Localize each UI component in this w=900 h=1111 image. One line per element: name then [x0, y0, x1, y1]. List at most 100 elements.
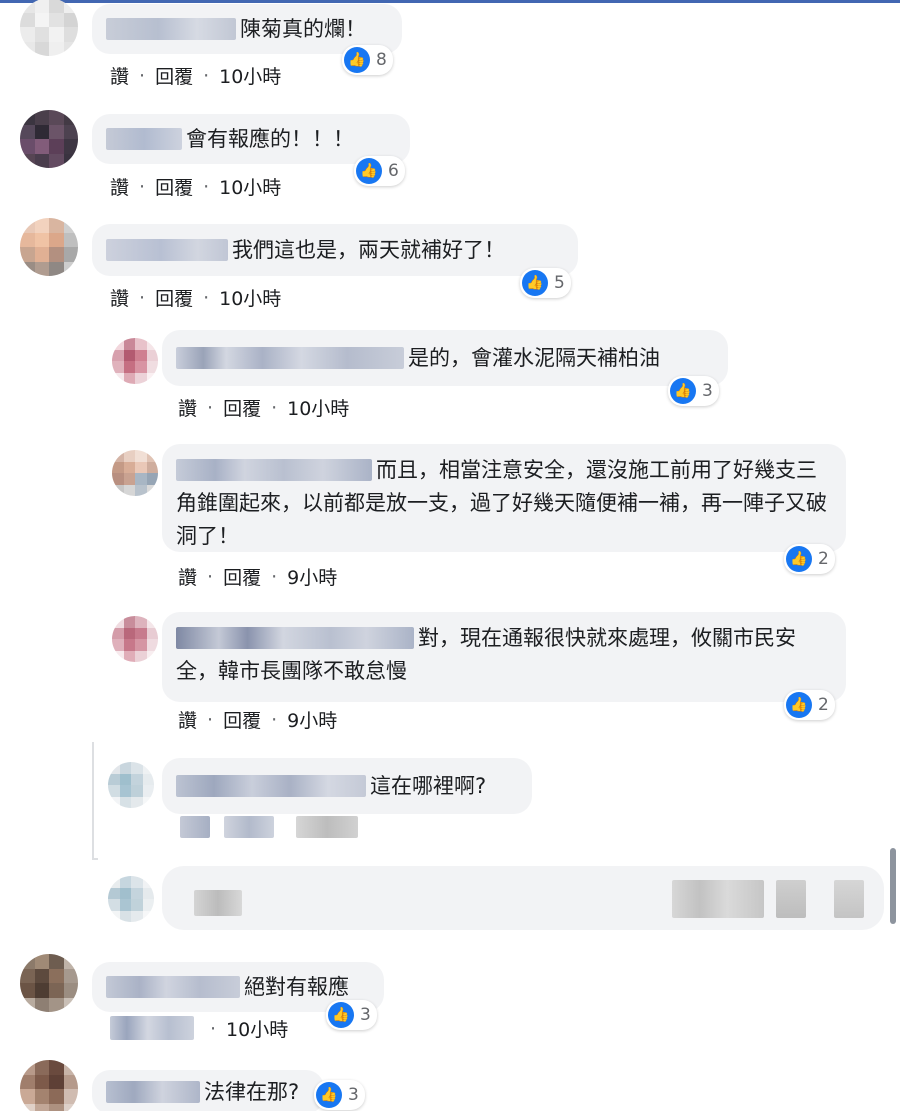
reply-text: 對，現在通報很快就來處理，攸關市民安全，韓市長團隊不敢怠慢	[176, 626, 796, 683]
avatar[interactable]	[112, 450, 158, 496]
timestamp[interactable]: 10小時	[226, 1015, 288, 1042]
timestamp[interactable]: 9小時	[287, 563, 337, 590]
scrollbar[interactable]	[890, 848, 896, 924]
reply-actions: 讚 · 回覆 · 9小時	[178, 706, 337, 733]
thumbs-up-icon: 👍	[328, 1002, 354, 1028]
like-count: 6	[388, 161, 399, 181]
separator: ·	[139, 286, 146, 309]
avatar[interactable]	[20, 110, 78, 168]
thumbs-up-icon: 👍	[786, 692, 812, 718]
timestamp[interactable]: 10小時	[219, 173, 281, 200]
like-count: 3	[702, 381, 713, 401]
avatar[interactable]	[108, 762, 154, 808]
commenter-name[interactable]	[176, 775, 366, 797]
separator: ·	[139, 64, 146, 87]
reaction-count[interactable]: 👍 2	[784, 690, 835, 720]
reply-link[interactable]: 回覆	[155, 173, 193, 200]
reply-bubble: 而且，相當注意安全，還沒施工前用了好幾支三角錐圍起來，以前都是放一支，過了好幾天…	[162, 444, 846, 552]
separator: ·	[210, 1017, 217, 1040]
commenter-name[interactable]	[106, 1081, 200, 1103]
timestamp[interactable]: 10小時	[287, 394, 349, 421]
comment-bubble: 法律在那?	[92, 1070, 324, 1111]
thumbs-up-icon: 👍	[344, 47, 370, 73]
reaction-count[interactable]: 👍 5	[520, 268, 571, 298]
comment-actions: 讚 · 回覆 · 10小時	[110, 284, 281, 311]
like-link[interactable]: 讚	[110, 284, 129, 311]
reply-text: 是的，會灌水泥隔天補柏油	[408, 345, 660, 370]
avatar[interactable]	[112, 616, 158, 662]
separator: ·	[207, 708, 214, 731]
comment-text: 法律在那?	[204, 1079, 300, 1104]
commenter-name[interactable]	[106, 239, 228, 261]
reply-link[interactable]: 回覆	[155, 284, 193, 311]
reply-bubble: 對，現在通報很快就來處理，攸關市民安全，韓市長團隊不敢怠慢	[162, 612, 846, 702]
like-count: 5	[554, 273, 565, 293]
avatar[interactable]	[20, 218, 78, 276]
blurred-input-icons[interactable]	[672, 880, 764, 918]
blurred-placeholder	[194, 890, 242, 916]
like-count: 2	[818, 549, 829, 569]
like-link[interactable]: 讚	[178, 394, 197, 421]
thumbs-up-icon: 👍	[522, 270, 548, 296]
like-count: 3	[360, 1005, 371, 1025]
commenter-name[interactable]	[106, 128, 182, 150]
reaction-count[interactable]: 👍 3	[668, 376, 719, 406]
avatar[interactable]	[20, 0, 78, 56]
thumbs-up-icon: 👍	[356, 158, 382, 184]
comment-bubble: 我們這也是，兩天就補好了！	[92, 224, 578, 276]
reply-actions: 讚 · 回覆 · 10小時	[178, 394, 349, 421]
reply-link[interactable]: 回覆	[223, 563, 261, 590]
reply-text: 這在哪裡啊?	[370, 773, 487, 798]
reply-link[interactable]: 回覆	[155, 62, 193, 89]
reaction-count[interactable]: 👍 6	[354, 156, 405, 186]
comment-actions: 讚 · 回覆 · 10小時	[110, 62, 281, 89]
commenter-name[interactable]	[176, 459, 372, 481]
commenter-name[interactable]	[106, 976, 240, 998]
thumbs-up-icon: 👍	[786, 546, 812, 572]
comment-text: 會有報應的！！！	[186, 126, 354, 151]
blurred-actions[interactable]	[110, 1016, 194, 1040]
reply-bubble: 這在哪裡啊?	[162, 758, 532, 814]
like-link[interactable]: 讚	[110, 173, 129, 200]
blurred-input-icons[interactable]	[776, 880, 806, 918]
reply-bubble: 是的，會灌水泥隔天補柏油	[162, 330, 728, 386]
thumbs-up-icon: 👍	[670, 378, 696, 404]
commenter-name[interactable]	[106, 18, 236, 40]
separator: ·	[139, 175, 146, 198]
reaction-count[interactable]: 👍 3	[314, 1080, 365, 1110]
separator: ·	[203, 175, 210, 198]
comment-actions: · 10小時	[200, 1015, 288, 1042]
separator: ·	[207, 396, 214, 419]
blurred-input-icons[interactable]	[834, 880, 864, 918]
like-link[interactable]: 讚	[178, 563, 197, 590]
comment-text: 我們這也是，兩天就補好了！	[232, 237, 505, 262]
avatar[interactable]	[20, 1060, 78, 1111]
like-link[interactable]: 讚	[110, 62, 129, 89]
blurred-action[interactable]	[224, 816, 274, 838]
reaction-count[interactable]: 👍 2	[784, 544, 835, 574]
timestamp[interactable]: 9小時	[287, 706, 337, 733]
commenter-name[interactable]	[176, 347, 404, 369]
separator: ·	[203, 286, 210, 309]
reply-link[interactable]: 回覆	[223, 394, 261, 421]
thread-connector	[92, 742, 98, 860]
timestamp[interactable]: 10小時	[219, 62, 281, 89]
blurred-action[interactable]	[180, 816, 210, 838]
separator: ·	[207, 565, 214, 588]
thumbs-up-icon: 👍	[316, 1082, 342, 1108]
separator: ·	[271, 565, 278, 588]
like-link[interactable]: 讚	[178, 706, 197, 733]
comment-text: 絕對有報應	[244, 974, 349, 999]
reaction-count[interactable]: 👍 8	[342, 45, 393, 75]
avatar[interactable]	[20, 954, 78, 1012]
separator: ·	[271, 708, 278, 731]
blurred-timestamp[interactable]	[296, 816, 358, 838]
commenter-name[interactable]	[176, 627, 414, 649]
avatar[interactable]	[112, 338, 158, 384]
reply-link[interactable]: 回覆	[223, 706, 261, 733]
reaction-count[interactable]: 👍 3	[326, 1000, 377, 1030]
timestamp[interactable]: 10小時	[219, 284, 281, 311]
top-bar	[0, 0, 900, 3]
like-count: 8	[376, 50, 387, 70]
avatar	[108, 876, 154, 922]
